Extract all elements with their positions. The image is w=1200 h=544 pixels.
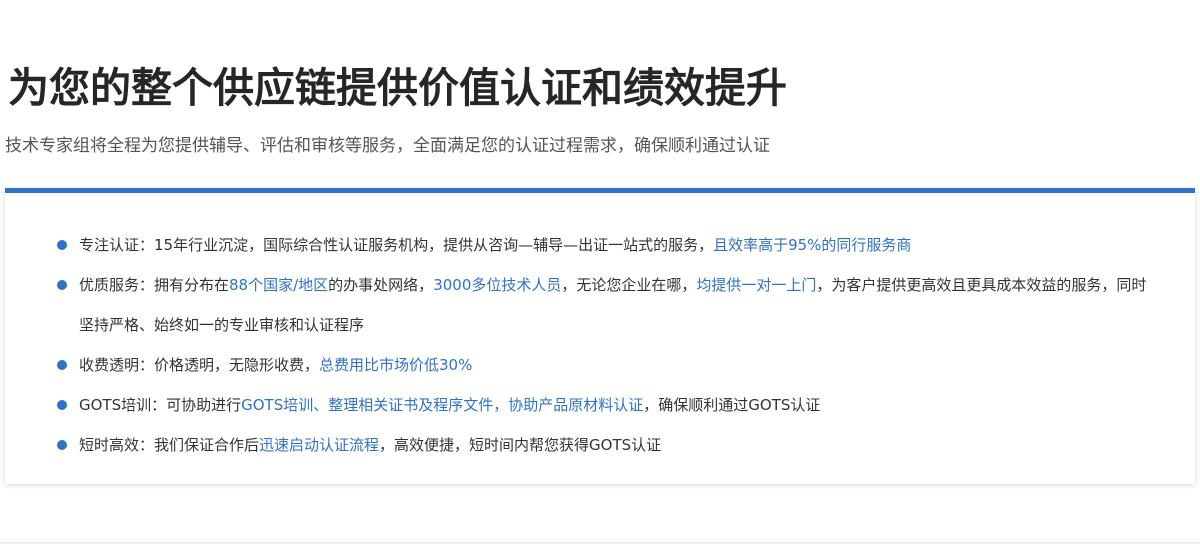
features-card: 专注认证：15年行业沉淀，国际综合性认证服务机构，提供从咨询—辅导—出证一站式的…: [5, 188, 1195, 484]
feature-text-segment: ，高效便捷，短时间内帮您获得GOTS认证: [379, 436, 662, 454]
page-subtitle: 技术专家组将全程为您提供辅导、评估和审核等服务，全面满足您的认证过程需求，确保顺…: [5, 136, 770, 156]
feature-text: 收费透明：价格透明，无隐形收费，总费用比市场价低30%: [79, 356, 472, 374]
feature-highlight: 88个国家/地区: [229, 276, 329, 294]
feature-text-segment: 收费透明：价格透明，无隐形收费，: [79, 356, 320, 374]
feature-text-segment: ，确保顺利通过GOTS认证: [643, 396, 821, 414]
feature-item-certification: 专注认证：15年行业沉淀，国际综合性认证服务机构，提供从咨询—辅导—出证一站式的…: [57, 225, 1157, 265]
bullet-dot-icon: [57, 360, 67, 370]
feature-text: 优质服务：拥有分布在88个国家/地区的办事处网络，3000多位技术人员，无论您企…: [79, 276, 1146, 334]
feature-highlight: 且效率高于95%的同行服务商: [713, 236, 912, 254]
feature-highlight: 总费用比市场价低30%: [319, 356, 473, 374]
feature-highlight: 迅速启动认证流程: [259, 436, 380, 454]
feature-text-segment: ，无论您企业在哪，: [561, 276, 697, 294]
feature-highlight: GOTS培训、整理相关证书及程序文件，协助产品原材料认证: [241, 396, 644, 414]
bullet-dot-icon: [57, 240, 67, 250]
feature-text-segment: 优质服务：拥有分布在: [79, 276, 230, 294]
feature-item-pricing: 收费透明：价格透明，无隐形收费，总费用比市场价低30%: [57, 345, 1157, 385]
feature-text-segment: 的办事处网络，: [328, 276, 434, 294]
feature-highlight: 均提供一对一上门: [696, 276, 817, 294]
feature-list: 专注认证：15年行业沉淀，国际综合性认证服务机构，提供从咨询—辅导—出证一站式的…: [57, 225, 1157, 465]
feature-highlight: 3000多位技术人员: [433, 276, 562, 294]
page: 为您的整个供应链提供价值认证和绩效提升 技术专家组将全程为您提供辅导、评估和审核…: [0, 0, 1200, 544]
feature-item-service: 优质服务：拥有分布在88个国家/地区的办事处网络，3000多位技术人员，无论您企…: [57, 265, 1157, 345]
page-title: 为您的整个供应链提供价值认证和绩效提升: [8, 64, 787, 112]
bullet-dot-icon: [57, 400, 67, 410]
feature-text-segment: GOTS培训：可协助进行: [79, 396, 242, 414]
feature-text-segment: 专注认证：15年行业沉淀，国际综合性认证服务机构，提供从咨询—辅导—出证一站式的…: [79, 236, 714, 254]
feature-text: 短时高效：我们保证合作后迅速启动认证流程，高效便捷，短时间内帮您获得GOTS认证: [79, 436, 661, 454]
feature-item-gots-training: GOTS培训：可协助进行GOTS培训、整理相关证书及程序文件，协助产品原材料认证…: [57, 385, 1157, 425]
bullet-dot-icon: [57, 440, 67, 450]
feature-text: 专注认证：15年行业沉淀，国际综合性认证服务机构，提供从咨询—辅导—出证一站式的…: [79, 236, 911, 254]
feature-item-efficiency: 短时高效：我们保证合作后迅速启动认证流程，高效便捷，短时间内帮您获得GOTS认证: [57, 425, 1157, 465]
feature-text-segment: 短时高效：我们保证合作后: [79, 436, 260, 454]
bullet-dot-icon: [57, 280, 67, 290]
feature-text: GOTS培训：可协助进行GOTS培训、整理相关证书及程序文件，协助产品原材料认证…: [79, 396, 820, 414]
